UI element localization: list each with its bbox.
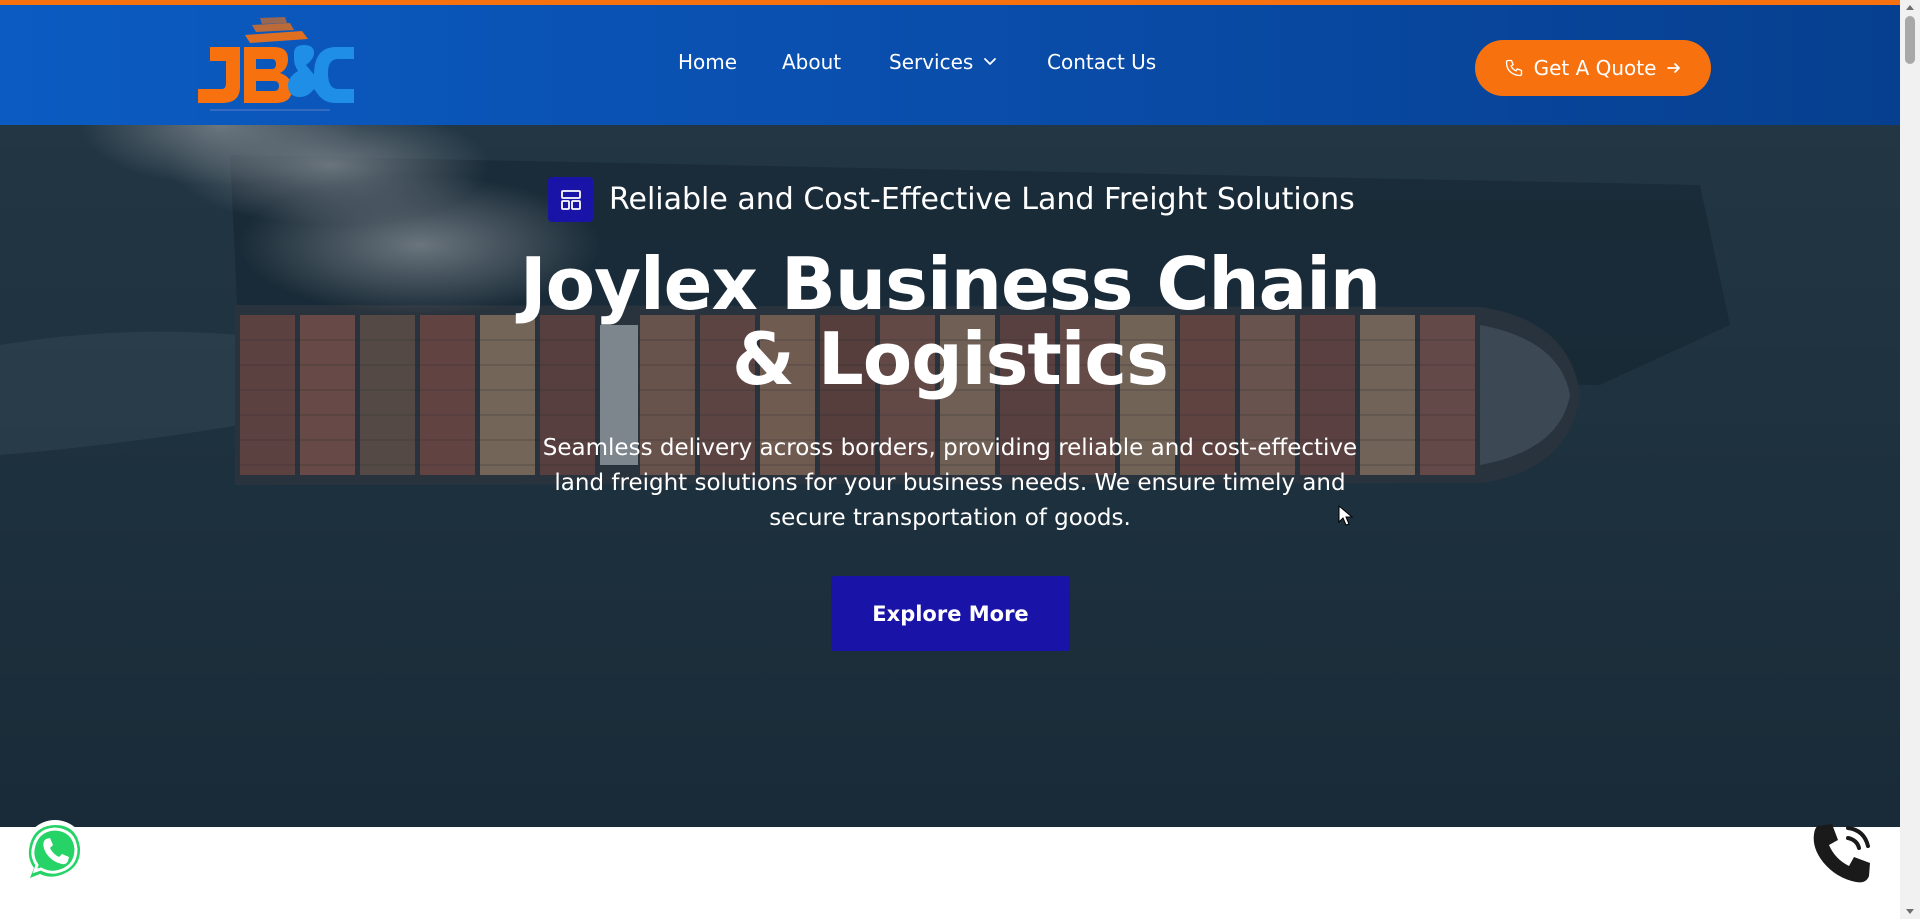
phone-icon (1505, 59, 1522, 77)
hero-title: Joylex Business Chain & Logistics (450, 247, 1450, 397)
chevron-down-icon (984, 58, 997, 65)
scrollbar-thumb[interactable] (1905, 16, 1915, 64)
nav-item-home[interactable]: Home (678, 50, 737, 74)
whatsapp-button[interactable] (22, 818, 88, 884)
nav-item-contact-us[interactable]: Contact Us (1047, 50, 1156, 74)
hero-eyebrow: Reliable and Cost-Effective Land Freight… (548, 177, 1355, 222)
site-header: Home About Services Contact Us Get A Quo… (0, 5, 1900, 125)
mouse-cursor-icon (1338, 505, 1354, 526)
scroll-up-arrow[interactable] (1900, 0, 1920, 14)
page: Home About Services Contact Us Get A Quo… (0, 0, 1920, 919)
explore-more-button[interactable]: Explore More (831, 576, 1070, 651)
nav-item-services[interactable]: Services (889, 50, 997, 74)
nav-item-services-label: Services (889, 50, 974, 74)
phone-call-icon (1813, 824, 1870, 883)
hero-title-line-1: Joylex Business Chain (519, 242, 1381, 326)
call-button[interactable] (1808, 818, 1878, 888)
layout-grid-icon (548, 177, 593, 222)
scroll-down-arrow[interactable] (1900, 905, 1920, 919)
arrow-right-icon (1667, 63, 1681, 73)
whatsapp-icon (24, 820, 86, 882)
hero-section: Reliable and Cost-Effective Land Freight… (0, 125, 1900, 827)
nav-item-about[interactable]: About (782, 50, 841, 74)
hero-title-line-2: & Logistics (732, 317, 1169, 401)
hero-eyebrow-text: Reliable and Cost-Effective Land Freight… (609, 182, 1355, 217)
get-a-quote-label: Get A Quote (1533, 56, 1657, 80)
page-scrollbar[interactable] (1900, 0, 1920, 919)
hero-description: Seamless delivery across borders, provid… (542, 435, 1358, 531)
get-a-quote-button[interactable]: Get A Quote (1475, 40, 1711, 96)
